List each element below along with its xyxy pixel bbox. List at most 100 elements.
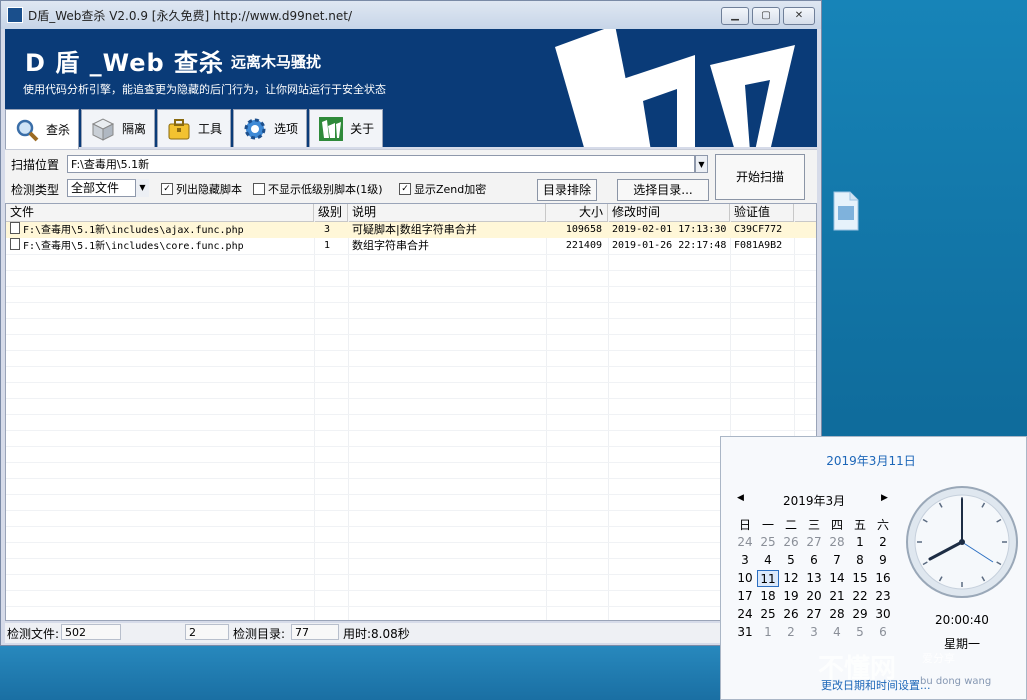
close-button[interactable]: ✕: [783, 7, 815, 25]
calendar-day[interactable]: 29: [849, 606, 871, 623]
calendar-day[interactable]: 26: [780, 606, 802, 623]
calendar-day[interactable]: 28: [826, 606, 848, 623]
calendar-day[interactable]: 27: [803, 606, 825, 623]
calendar-day[interactable]: 24: [734, 606, 756, 623]
start-scan-button[interactable]: 开始扫描: [715, 154, 805, 200]
analog-clock-icon: [906, 486, 1018, 598]
calendar-day[interactable]: 2: [780, 624, 802, 641]
calendar-day[interactable]: 5: [780, 552, 802, 569]
row-gridline: [6, 526, 816, 527]
calendar-day[interactable]: 3: [734, 552, 756, 569]
table-row[interactable]: F:\查毒用\5.1新\includes\ajax.func.php 3 可疑脚…: [6, 222, 816, 238]
calendar-day[interactable]: 22: [849, 588, 871, 605]
calendar-day[interactable]: 5: [849, 624, 871, 641]
cell-size: 221409: [565, 240, 602, 251]
calendar-day[interactable]: 20: [803, 588, 825, 605]
tab-tools[interactable]: 工具: [157, 109, 232, 147]
checkbox-label: 不显示低级别脚本(1级): [268, 183, 383, 196]
chevron-down-icon[interactable]: ▼: [135, 179, 149, 197]
calendar-day[interactable]: 2: [872, 534, 894, 551]
calendar-day[interactable]: 10: [734, 570, 756, 587]
calendar-day[interactable]: 30: [872, 606, 894, 623]
calendar-date-header[interactable]: 2019年3月11日: [721, 452, 1021, 469]
calendar-day[interactable]: 1: [849, 534, 871, 551]
calendar-day[interactable]: 19: [780, 588, 802, 605]
next-month-icon[interactable]: ▶: [881, 493, 888, 503]
calendar-day[interactable]: 24: [734, 534, 756, 551]
choose-directory-button[interactable]: 选择目录...: [617, 179, 709, 201]
minimize-button[interactable]: ▁: [721, 7, 749, 25]
column-divider: [608, 221, 609, 620]
title-bar[interactable]: D盾_Web查杀 V2.0.9 [永久免费] http://www.d99net…: [1, 1, 821, 29]
column-header-level[interactable]: 级别: [314, 204, 348, 221]
exclude-directory-button[interactable]: 目录排除: [537, 179, 597, 201]
tab-about[interactable]: 关于: [309, 109, 384, 147]
calendar-day[interactable]: 16: [872, 570, 894, 587]
calendar-day[interactable]: 4: [826, 624, 848, 641]
calendar-day[interactable]: 28: [826, 534, 848, 551]
checkbox-unchecked-icon: [253, 183, 265, 195]
calendar-day[interactable]: 31: [734, 624, 756, 641]
d-shield-logo-icon: [555, 29, 795, 147]
calendar-day[interactable]: 4: [757, 552, 779, 569]
files-scanned-label: 检测文件:: [7, 627, 60, 641]
results-table[interactable]: 文件 级别 说明 大小 修改时间 验证值 F:\查毒用\5.1新\include…: [5, 203, 817, 621]
calendar-day[interactable]: 18: [757, 588, 779, 605]
row-gridline: [6, 494, 816, 495]
calendar-day[interactable]: 15: [849, 570, 871, 587]
column-header-size[interactable]: 大小: [546, 204, 608, 221]
calendar-day[interactable]: 1: [757, 624, 779, 641]
tab-quarantine[interactable]: 隔离: [81, 109, 156, 147]
column-header-file[interactable]: 文件: [6, 204, 314, 221]
main-window: D盾_Web查杀 V2.0.9 [永久免费] http://www.d99net…: [0, 0, 822, 646]
detected-count-value: 2: [185, 624, 229, 640]
hide-lowlevel-checkbox[interactable]: 不显示低级别脚本(1级): [253, 181, 383, 197]
row-gridline: [6, 334, 816, 335]
list-hidden-checkbox[interactable]: ✓ 列出隐藏脚本: [161, 181, 242, 197]
column-divider: [348, 221, 349, 620]
calendar-day[interactable]: 13: [803, 570, 825, 587]
toolbox-icon: [168, 118, 190, 139]
table-row[interactable]: F:\查毒用\5.1新\includes\core.func.php 1 数组字…: [6, 238, 816, 254]
calendar-day[interactable]: 9: [872, 552, 894, 569]
calendar-month-label[interactable]: 2019年3月: [783, 492, 845, 509]
tab-scan[interactable]: 查杀: [5, 109, 80, 149]
show-zend-checkbox[interactable]: ✓ 显示Zend加密: [399, 181, 486, 197]
column-header-description[interactable]: 说明: [348, 204, 546, 221]
calendar-weekday: 三: [807, 518, 820, 532]
search-icon: [16, 119, 39, 141]
tab-label: 选项: [274, 122, 299, 136]
clock-weekday: 星期一: [943, 637, 980, 651]
calendar-day[interactable]: 8: [849, 552, 871, 569]
calendar-day[interactable]: 27: [803, 534, 825, 551]
previous-month-icon[interactable]: ◀: [737, 493, 744, 503]
window-title: D盾_Web查杀 V2.0.9 [永久免费] http://www.d99net…: [28, 8, 353, 23]
column-header-modified[interactable]: 修改时间: [608, 204, 730, 221]
watermark-subtext: 爱分享: [922, 652, 955, 665]
banner-description: 使用代码分析引擎，能追查更为隐藏的后门行为，让你网站运行于安全状态: [23, 83, 386, 96]
calendar-day[interactable]: 11: [757, 570, 779, 587]
desktop-file-icon[interactable]: [830, 190, 860, 232]
calendar-weekday: 六: [876, 518, 889, 532]
chevron-down-icon[interactable]: ▼: [695, 155, 708, 173]
calendar-day[interactable]: 3: [803, 624, 825, 641]
calendar-day[interactable]: 6: [803, 552, 825, 569]
calendar-day[interactable]: 25: [757, 606, 779, 623]
calendar-day[interactable]: 17: [734, 588, 756, 605]
calendar-day[interactable]: 6: [872, 624, 894, 641]
calendar-day[interactable]: 12: [780, 570, 802, 587]
maximize-button[interactable]: ▢: [752, 7, 780, 25]
calendar-day[interactable]: 14: [826, 570, 848, 587]
tab-options[interactable]: 选项: [233, 109, 308, 147]
cell-level: 1: [324, 240, 331, 251]
elapsed-time: 用时:8.08秒: [343, 627, 410, 641]
calendar-day[interactable]: 21: [826, 588, 848, 605]
column-header-checksum[interactable]: 验证值: [730, 204, 794, 221]
banner-title: D 盾 _Web 查杀: [25, 49, 225, 77]
calendar-day[interactable]: 7: [826, 552, 848, 569]
calendar-day[interactable]: 25: [757, 534, 779, 551]
calendar-day[interactable]: 26: [780, 534, 802, 551]
calendar-day[interactable]: 23: [872, 588, 894, 605]
scan-type-value: 全部文件: [71, 181, 120, 195]
scan-location-input[interactable]: F:\查毒用\5.1新: [67, 155, 695, 173]
